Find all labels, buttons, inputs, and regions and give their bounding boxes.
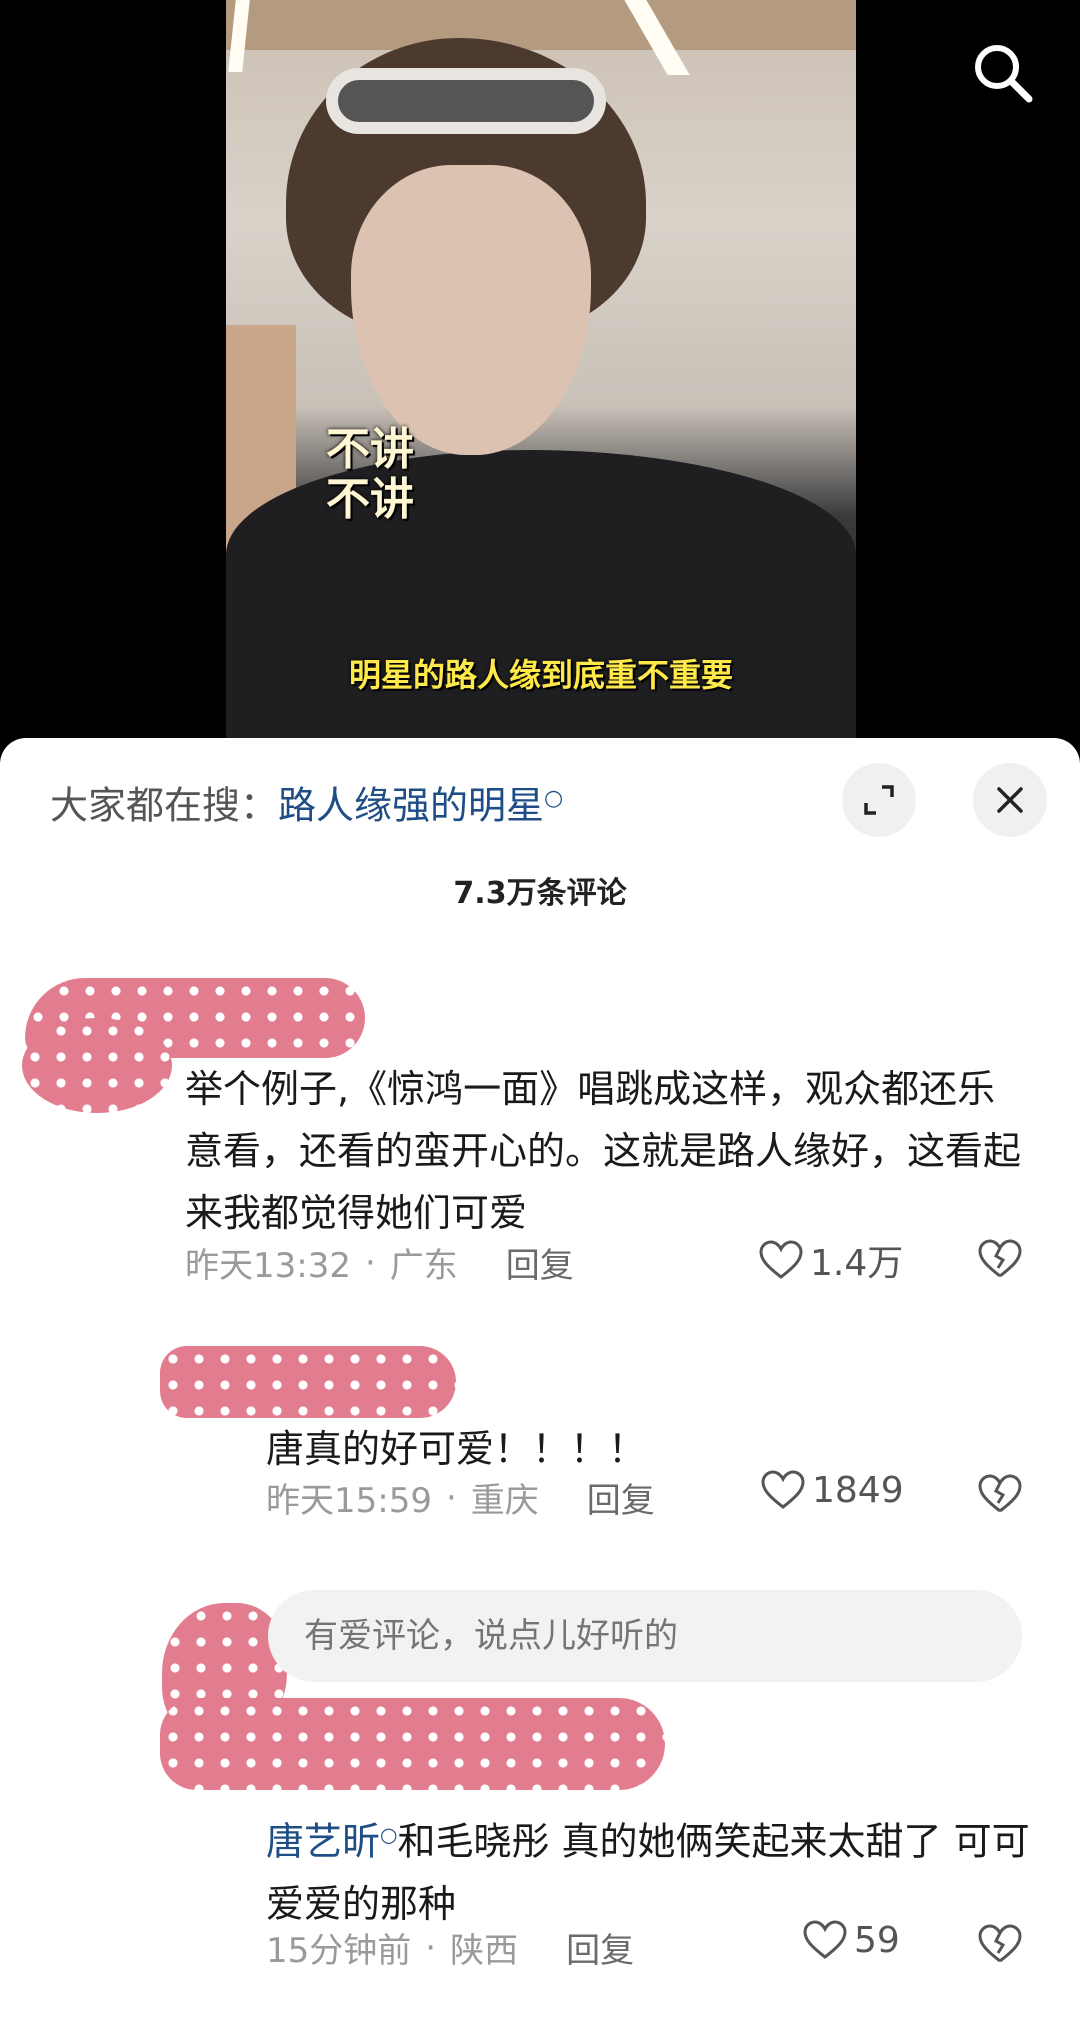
close-icon (997, 787, 1023, 813)
expand-icon (864, 785, 894, 815)
comment-3-like-count: 59 (854, 1919, 900, 1961)
comment-1-text: 举个例子,《惊鸿一面》唱跳成这样，观众都还乐意看，还看的蛮开心的。这就是路人缘好… (185, 1067, 1022, 1235)
sunglasses (326, 68, 606, 134)
comment-input[interactable] (268, 1590, 1022, 1682)
comment-1-time: 昨天13:32 (185, 1246, 351, 1286)
expand-button[interactable] (842, 763, 916, 837)
comment-2-meta: 昨天15:59 · 重庆 回复 (266, 1473, 655, 1522)
broken-heart-icon (978, 1924, 1022, 1963)
mention-search-icon: ○ (380, 1822, 398, 1846)
trending-search-term[interactable]: 路人缘强的明星 (278, 784, 544, 828)
comment-3-location: 陕西 (450, 1931, 519, 1971)
comment-2-like-button[interactable]: 1849 (760, 1469, 904, 1511)
comment-1-location: 广东 (389, 1246, 458, 1286)
comment-3-reply-button[interactable]: 回复 (566, 1923, 634, 1972)
trending-search[interactable]: 大家都在搜：路人缘强的明星○ (50, 774, 563, 831)
comment-3-dislike-button[interactable] (977, 1923, 1023, 1969)
broken-heart-icon (978, 1474, 1022, 1513)
comment-3-like-button[interactable]: 59 (802, 1919, 900, 1961)
video-player[interactable]: 不讲 不讲 明星的路人缘到底重不重要 (0, 0, 1080, 760)
broken-heart-icon (978, 1239, 1022, 1278)
comment-2-time: 昨天15:59 (266, 1481, 432, 1521)
redacted-avatar (22, 1018, 172, 1113)
search-button[interactable] (968, 38, 1038, 108)
comment-1-meta: 昨天13:32 · 广东 回复 (185, 1238, 574, 1287)
comment-3-time: 15分钟前 (266, 1931, 412, 1971)
comment-2-reply-button[interactable]: 回复 (587, 1473, 655, 1522)
video-caption-bottom: 明星的路人缘到底重不重要 (348, 656, 733, 694)
heart-icon (803, 1920, 847, 1959)
video-frame: 不讲 不讲 明星的路人缘到底重不重要 (226, 0, 856, 738)
ceiling (226, 0, 856, 50)
comment-1-reply-button[interactable]: 回复 (506, 1238, 574, 1287)
comment-2-like-count: 1849 (812, 1469, 904, 1511)
comment-3-meta: 15分钟前 · 陕西 回复 (266, 1923, 634, 1972)
person-face (351, 165, 591, 455)
comment-count: 7.3万条评论 (453, 876, 627, 911)
comment-2-location: 重庆 (470, 1481, 539, 1521)
video-caption-mid: 不讲 不讲 (326, 424, 414, 525)
close-button[interactable] (973, 763, 1047, 837)
comment-2-dislike-button[interactable] (977, 1473, 1023, 1519)
heart-icon (761, 1470, 805, 1509)
comment-sheet: 大家都在搜：路人缘强的明星○ 7.3万条评论 举个例子,《惊鸿一面》唱跳成这样，… (0, 738, 1080, 2029)
redacted-avatar-username (160, 1346, 456, 1418)
comment-1-like-count: 1.4万 (810, 1243, 904, 1284)
search-icon (975, 45, 1033, 103)
comment-3-text: 唐艺昕○和毛晓彤 真的她俩笑起来太甜了 可可爱爱的那种 (266, 1803, 1046, 1935)
trending-search-prefix: 大家都在搜： (50, 783, 279, 828)
comment-1-dislike-button[interactable] (977, 1238, 1023, 1284)
search-small-icon: ○ (544, 786, 564, 811)
heart-icon (759, 1240, 803, 1279)
redacted-username (160, 1698, 665, 1790)
comment-1-like-button[interactable]: 1.4万 (758, 1234, 903, 1286)
comment-3-mention[interactable]: 唐艺昕 (266, 1820, 380, 1864)
